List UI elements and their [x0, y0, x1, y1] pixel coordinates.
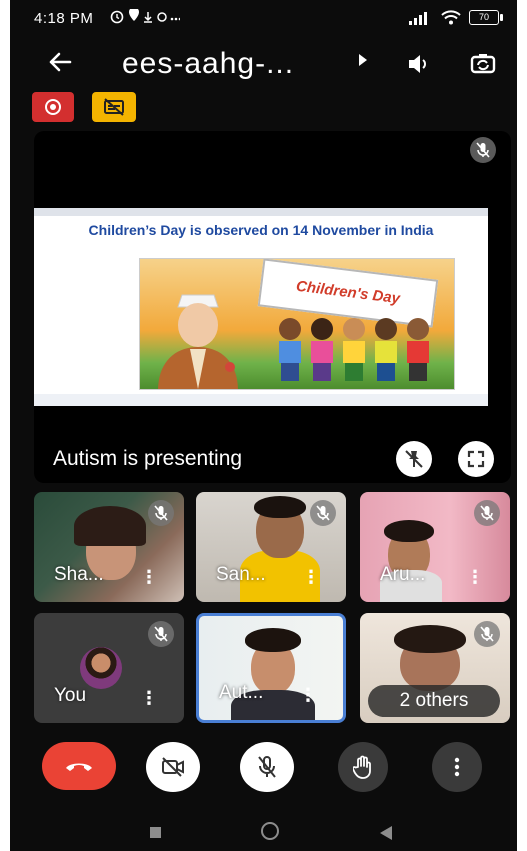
- participant-tile-active-speaker[interactable]: Aut... ⋮: [196, 613, 346, 723]
- meeting-header: ees-aahg-...: [10, 40, 517, 90]
- mic-off-icon: [470, 137, 496, 163]
- participant-more-icon[interactable]: ⋮: [466, 568, 484, 586]
- home-icon[interactable]: [261, 822, 279, 840]
- end-call-icon: [66, 763, 92, 771]
- unpin-button[interactable]: [396, 441, 432, 477]
- raise-hand-icon: [353, 755, 371, 779]
- back-arrow-icon[interactable]: [46, 48, 74, 82]
- signal-icon: [409, 11, 427, 25]
- participant-tile-others[interactable]: 2 others: [360, 613, 510, 723]
- status-right: 70: [409, 10, 503, 25]
- participant-tile-you[interactable]: You ⋮: [34, 613, 184, 723]
- fullscreen-icon: [467, 450, 485, 468]
- caret-right-icon[interactable]: [358, 54, 368, 69]
- presenting-label: Autism is presenting: [53, 447, 243, 470]
- camera-toggle-button[interactable]: [146, 742, 200, 792]
- captions-off-icon: [104, 98, 124, 116]
- participant-more-icon[interactable]: ⋮: [140, 568, 158, 586]
- slide-browser-bar: [34, 208, 488, 216]
- mic-off-icon: [474, 500, 500, 526]
- participant-name: Aru...: [380, 564, 426, 585]
- status-bar: 4:18 PM 70: [10, 0, 517, 38]
- participant-video-hair: [384, 520, 434, 542]
- participant-more-icon[interactable]: ⋮: [302, 568, 320, 586]
- more-options-button[interactable]: [432, 742, 482, 792]
- participant-video-hair: [245, 628, 301, 652]
- mic-off-icon: [310, 500, 336, 526]
- captions-button[interactable]: [92, 92, 136, 122]
- meeting-title[interactable]: ees-aahg-...: [122, 48, 294, 80]
- battery-icon: 70: [469, 10, 503, 25]
- notification-icons: [110, 7, 182, 29]
- participant-name: Aut...: [219, 682, 264, 703]
- participant-name: You: [54, 685, 87, 706]
- camera-off-icon: [162, 757, 184, 777]
- unpin-icon: [405, 450, 423, 468]
- slide-illustration: Children's Day: [139, 258, 455, 390]
- participant-tile-3[interactable]: Aru... ⋮: [360, 492, 510, 602]
- mic-off-icon: [148, 500, 174, 526]
- participant-tile-2[interactable]: San... ⋮: [196, 492, 346, 602]
- nehru-illustration: [158, 294, 238, 389]
- participant-video-hair: [254, 496, 306, 518]
- others-count-label: 2 others: [368, 685, 500, 717]
- avatar: [80, 647, 122, 689]
- participant-more-icon[interactable]: ⋮: [140, 689, 158, 707]
- participant-name: San...: [216, 564, 266, 585]
- back-icon[interactable]: [380, 826, 392, 840]
- participant-name: Sha...: [54, 564, 104, 585]
- more-vertical-icon: [454, 757, 460, 777]
- wifi-icon: [441, 10, 461, 25]
- speaker-icon[interactable]: [406, 52, 432, 81]
- record-icon: [45, 99, 61, 115]
- participant-video-hair: [74, 506, 146, 546]
- switch-camera-icon[interactable]: [469, 50, 497, 83]
- meet-screen: 4:18 PM 70 ees-aahg-... Children’s Day i…: [10, 0, 517, 851]
- kids-illustration: [279, 318, 429, 381]
- participant-video-hair: [394, 625, 466, 653]
- notification-glyphs-icon: [110, 7, 182, 24]
- recents-icon[interactable]: [150, 827, 161, 838]
- end-call-button[interactable]: [42, 742, 116, 790]
- participant-tile-1[interactable]: Sha... ⋮: [34, 492, 184, 602]
- recording-indicator-button[interactable]: [32, 92, 74, 122]
- system-nav-bar: [10, 810, 517, 851]
- mic-off-icon: [474, 621, 500, 647]
- slide-title: Children’s Day is observed on 14 Novembe…: [88, 222, 434, 238]
- mic-off-icon: [148, 621, 174, 647]
- fullscreen-button[interactable]: [458, 441, 494, 477]
- raise-hand-button[interactable]: [338, 742, 388, 792]
- mic-toggle-button[interactable]: [240, 742, 294, 792]
- participant-more-icon[interactable]: ⋮: [299, 686, 317, 704]
- shared-slide: Children’s Day is observed on 14 Novembe…: [34, 208, 488, 406]
- mic-off-icon: [258, 756, 276, 778]
- status-time: 4:18 PM: [34, 10, 94, 27]
- slide-taskbar: [34, 394, 488, 406]
